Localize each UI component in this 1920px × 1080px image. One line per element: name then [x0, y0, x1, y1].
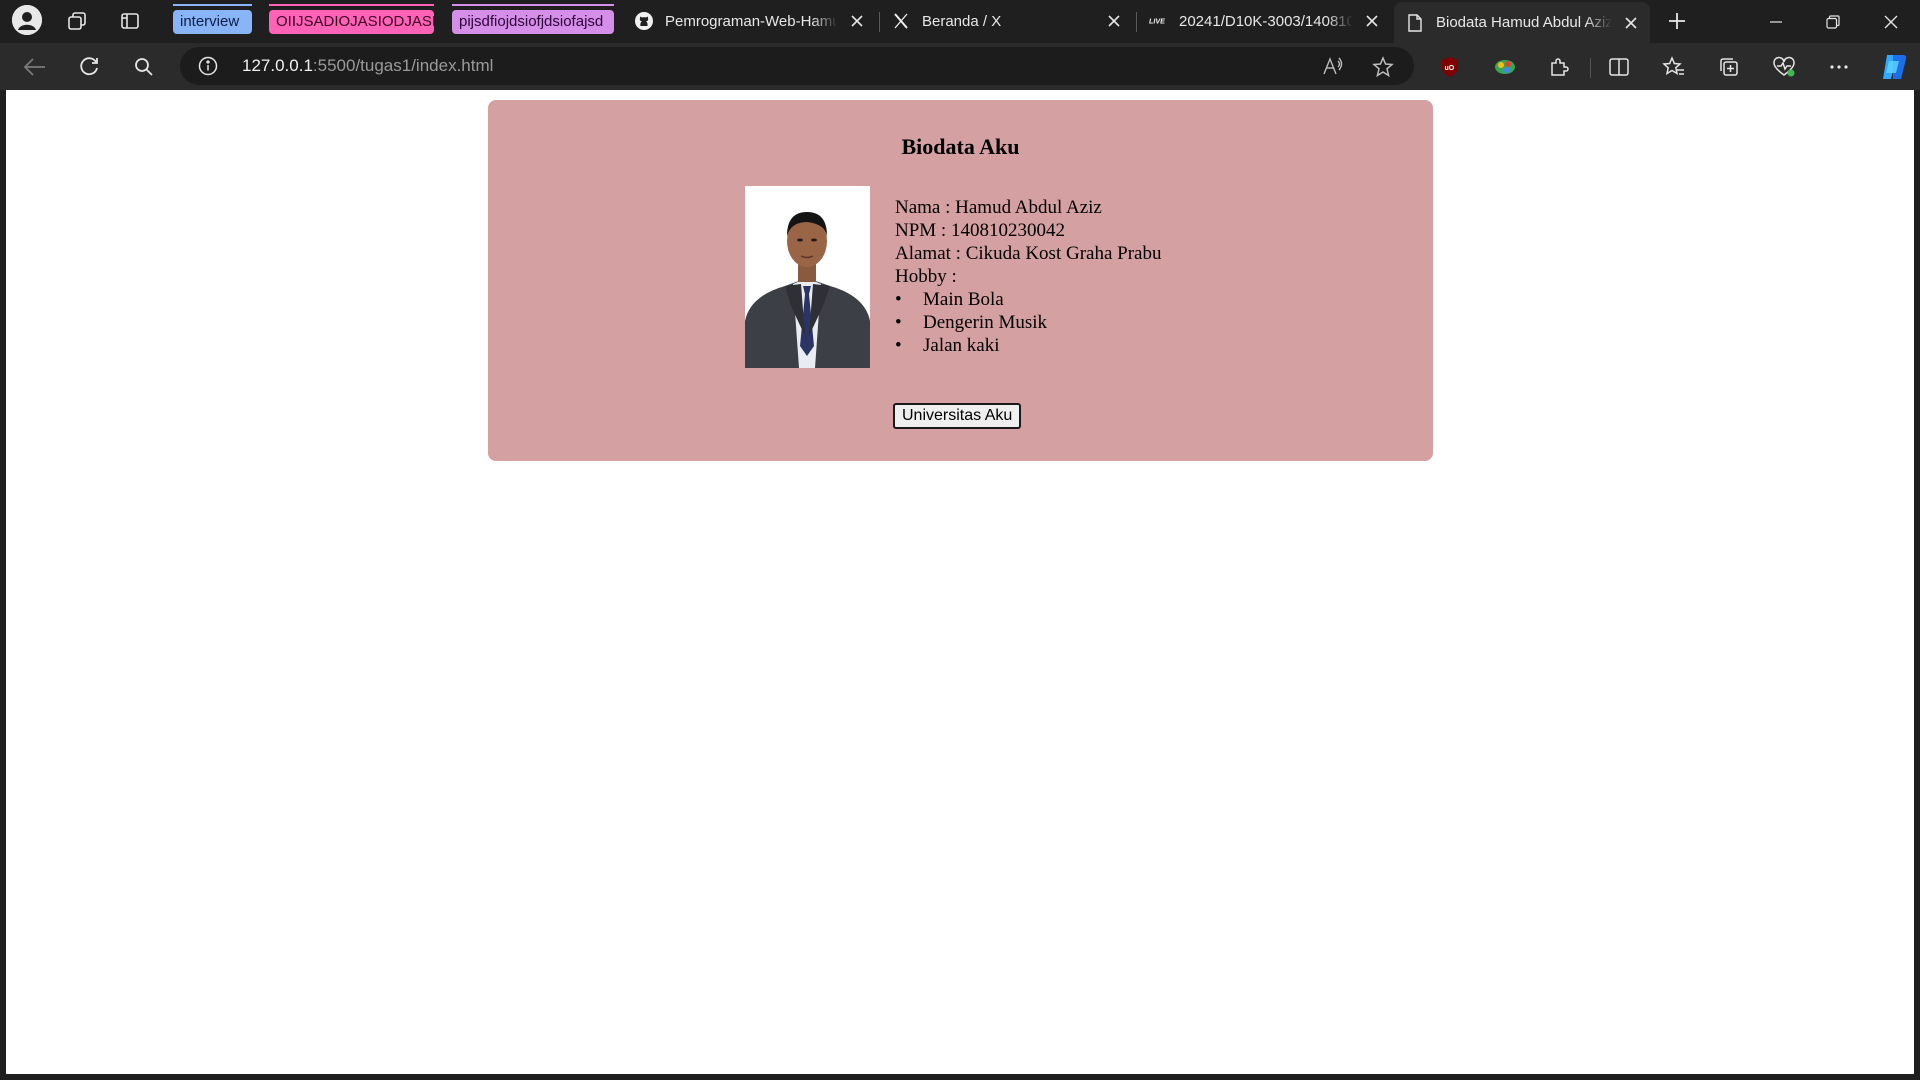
favorite-star-icon[interactable] [1372, 56, 1394, 78]
list-item: Main Bola [895, 288, 1161, 311]
toolbar-separator [1590, 58, 1591, 78]
tab-title: 20241/D10K-3003/140810230042 [1179, 12, 1353, 30]
list-item: Jalan kaki [895, 334, 1161, 357]
alamat-text: Alamat : Cikuda Kost Graha Prabu [895, 243, 1162, 264]
page-viewport: Biodata Aku Nama: Hamud Abdul Aziz NPM … [6, 90, 1914, 1074]
tab-group-oiijsadio[interactable]: OIIJSADIOJASIODJASIO [269, 10, 434, 34]
new-tab-icon[interactable] [1662, 6, 1692, 36]
refresh-icon[interactable] [74, 52, 104, 82]
read-aloud-icon[interactable] [1322, 56, 1344, 78]
x-logo-icon [892, 12, 910, 30]
tab-live[interactable]: LIVE 20241/D10K-3003/140810230042 [1137, 2, 1391, 40]
url-path: :5500/tugas1/index.html [312, 56, 494, 75]
tab-group-indicator [173, 4, 252, 6]
url-text[interactable]: 127.0.0.1:5500/tugas1/index.html [242, 47, 493, 85]
close-tab-icon[interactable] [1101, 8, 1127, 34]
profile-photo [745, 186, 870, 368]
biodata-info: Nama : Hamud Abdul Aziz NPM : 1408102300… [895, 196, 1161, 357]
github-icon [635, 12, 653, 30]
tab-group-indicator [452, 4, 614, 6]
extensions-puzzle-icon[interactable] [1546, 54, 1572, 80]
search-icon[interactable] [129, 52, 159, 82]
back-arrow-icon[interactable] [20, 52, 50, 82]
workspaces-icon[interactable] [62, 6, 92, 36]
tab-group-interview[interactable]: interview [173, 10, 252, 34]
close-tab-icon[interactable] [1618, 10, 1644, 36]
page-icon [1406, 13, 1424, 32]
npm-text: NPM : 140810230042 [895, 220, 1065, 241]
copilot-icon[interactable] [1878, 51, 1910, 83]
universitas-aku-button[interactable]: Universitas Aku [893, 403, 1022, 429]
tab-title: Pemrograman-Web-Hamud-Abdul-Aziz [665, 12, 838, 30]
split-screen-icon[interactable] [1606, 54, 1632, 80]
browser-toolbar: 127.0.0.1:5500/tugas1/index.html uO [0, 43, 1920, 90]
hobby-list: Main Bola Dengerin Musik Jalan kaki [895, 288, 1161, 357]
collections-icon[interactable] [1716, 54, 1742, 80]
tab-title: Biodata Hamud Abdul Aziz [1436, 14, 1612, 31]
favorites-icon[interactable] [1661, 54, 1687, 80]
biodata-card: Biodata Aku Nama: Hamud Abdul Aziz NPM … [488, 100, 1433, 461]
svg-text:uO: uO [1445, 65, 1455, 72]
tab-x-beranda[interactable]: Beranda / X [880, 2, 1133, 40]
hobby-label: Hobby : [895, 266, 957, 287]
tab-biodata-active[interactable]: Biodata Hamud Abdul Aziz [1394, 2, 1650, 43]
svg-text:LIVE: LIVE [1149, 17, 1165, 26]
tab-strip: interview OIIJSADIOJASIODJASIO pijsdfioj… [0, 0, 1920, 43]
address-bar[interactable]: 127.0.0.1:5500/tugas1/index.html [180, 47, 1414, 85]
site-info-icon[interactable] [198, 56, 218, 76]
vertical-tabs-icon[interactable] [115, 6, 145, 36]
tab-group-pijsdf[interactable]: pijsdfiojdsiofjdsiofajsd [452, 10, 614, 34]
page-title: Biodata Aku [901, 134, 1020, 159]
minimize-icon[interactable] [1748, 0, 1804, 43]
more-menu-icon[interactable] [1826, 54, 1852, 80]
tab-github[interactable]: Pemrograman-Web-Hamud-Abdul-Aziz [623, 2, 876, 40]
url-host: 127.0.0.1 [242, 56, 313, 75]
nama-text: Nama : Hamud Abdul Aziz [895, 197, 1102, 218]
close-tab-icon[interactable] [844, 8, 870, 34]
ublock-origin-icon[interactable]: uO [1437, 54, 1463, 80]
tab-title: Beranda / X [922, 12, 1002, 30]
close-window-icon[interactable] [1863, 0, 1919, 43]
restore-icon[interactable] [1805, 0, 1861, 43]
profile-avatar-icon[interactable] [12, 5, 42, 35]
tab-group-indicator [269, 4, 434, 6]
close-tab-icon[interactable] [1359, 8, 1385, 34]
browser-essentials-icon[interactable] [1771, 54, 1797, 80]
color-picker-extension-icon[interactable] [1492, 54, 1518, 80]
list-item: Dengerin Musik [895, 311, 1161, 334]
live-icon: LIVE [1149, 12, 1167, 30]
